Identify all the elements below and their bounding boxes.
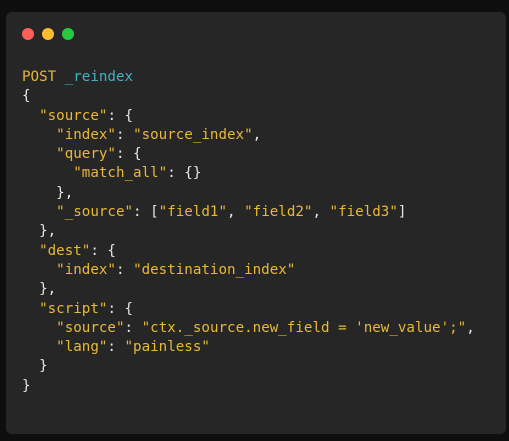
punctuation: : { (115, 146, 142, 163)
json-key: "source" (56, 319, 125, 336)
json-string: "ctx._source.new_field = 'new_value';" (141, 319, 467, 336)
punctuation: : (115, 261, 134, 278)
json-key: "source" (39, 107, 108, 124)
punctuation: { (22, 88, 31, 105)
code-line: }, (22, 280, 475, 299)
punctuation: } (22, 377, 31, 394)
close-button[interactable] (22, 28, 34, 40)
punctuation (22, 262, 56, 278)
json-key: "index" (56, 261, 116, 278)
punctuation: : { (107, 107, 134, 124)
zoom-button[interactable] (62, 28, 74, 40)
http-method: POST (22, 69, 57, 85)
code-line: }, (22, 184, 475, 203)
code-line: } (22, 357, 475, 376)
punctuation (22, 146, 56, 162)
code-window: POST _reindex{ "source": { "index": "sou… (6, 12, 506, 434)
json-key: "index" (56, 126, 116, 143)
punctuation (22, 301, 39, 317)
code-line: "match_all": {} (22, 164, 475, 183)
punctuation: : { (90, 242, 116, 259)
code-line: "_source": ["field1", "field2", "field3"… (22, 203, 475, 222)
punctuation: , (227, 204, 245, 221)
punctuation: : (107, 339, 125, 356)
code-line: "query": { (22, 145, 475, 164)
punctuation: } (22, 358, 48, 375)
code-line: } (22, 377, 475, 396)
code-line: "lang": "painless" (22, 338, 475, 357)
code-line: POST _reindex (22, 68, 475, 87)
json-key: "lang" (56, 339, 108, 356)
minimize-button[interactable] (42, 28, 54, 40)
punctuation (22, 127, 56, 143)
punctuation: : {} (167, 165, 202, 182)
code-line: "index": "destination_index" (22, 261, 475, 280)
punctuation: }, (22, 184, 74, 201)
punctuation: : (124, 319, 142, 336)
json-string: "painless" (124, 339, 210, 356)
json-key: "_source" (56, 204, 134, 221)
code-line: "dest": { (22, 242, 475, 261)
window-controls (22, 28, 74, 40)
json-string: "field1" (158, 204, 228, 221)
punctuation: ] (397, 204, 407, 221)
json-string: "source_index" (133, 126, 253, 143)
punctuation: }, (22, 223, 57, 240)
punctuation (22, 165, 73, 181)
punctuation: , (312, 204, 330, 221)
code-line: "source": "ctx._source.new_field = 'new_… (22, 319, 475, 338)
json-string: "field3" (329, 204, 398, 221)
punctuation (56, 69, 65, 85)
code-line: "script": { (22, 300, 475, 319)
punctuation: , (252, 126, 262, 143)
punctuation (22, 320, 56, 336)
code-line: "source": { (22, 107, 475, 126)
code-line: { (22, 87, 475, 106)
punctuation: : (115, 126, 134, 143)
json-string: "field2" (244, 204, 313, 221)
json-key: "script" (39, 300, 108, 317)
punctuation (22, 108, 39, 124)
punctuation (22, 339, 56, 355)
code-block: POST _reindex{ "source": { "index": "sou… (22, 68, 475, 396)
json-key: "query" (56, 146, 116, 163)
endpoint-path: _reindex (64, 69, 134, 85)
punctuation: , (466, 319, 475, 336)
json-key: "match_all" (73, 165, 168, 182)
punctuation (22, 204, 56, 220)
code-line: "index": "source_index", (22, 126, 475, 145)
punctuation: }, (22, 281, 57, 298)
json-string: "destination_index" (133, 261, 296, 278)
punctuation (22, 243, 39, 259)
json-key: "dest" (39, 242, 91, 259)
punctuation: : [ (133, 204, 159, 221)
punctuation: : { (107, 300, 134, 317)
code-line: }, (22, 222, 475, 241)
